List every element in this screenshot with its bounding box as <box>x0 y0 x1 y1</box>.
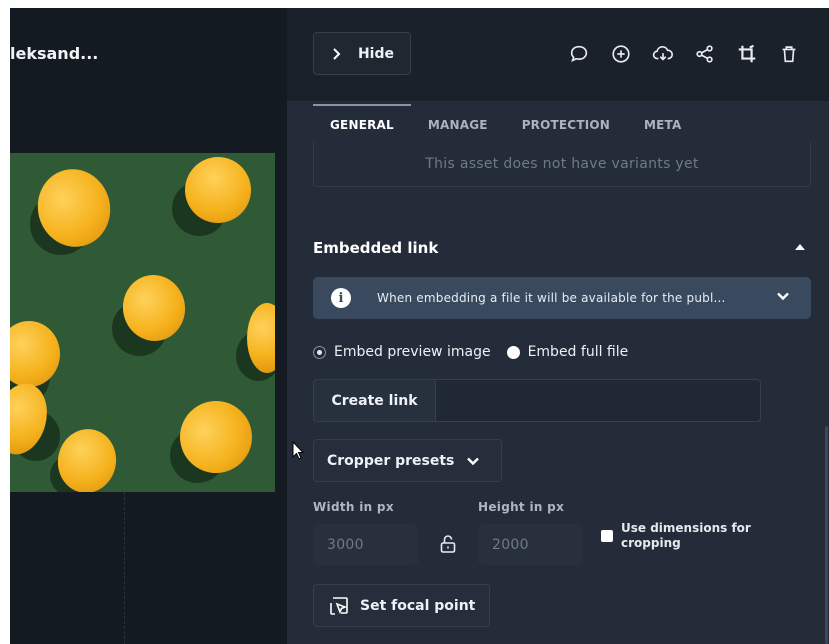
chevron-right-icon <box>333 47 341 60</box>
cropper-presets-label: Cropper presets <box>327 452 455 469</box>
tab-general[interactable]: GENERAL <box>313 104 411 142</box>
tab-manage[interactable]: MANAGE <box>411 104 505 142</box>
share-icon[interactable] <box>693 42 717 66</box>
variants-empty-state: This asset does not have variants yet <box>313 142 811 187</box>
embed-full-file-label[interactable]: Embed full file <box>528 344 629 360</box>
height-input[interactable]: 2000 <box>478 524 583 565</box>
embedded-link-heading: Embedded link <box>313 239 439 257</box>
tab-bar: GENERAL MANAGE PROTECTION META <box>313 104 699 142</box>
info-icon: i <box>331 288 351 308</box>
unlock-icon[interactable] <box>437 533 459 555</box>
app-window: leksand... Hide GENERAL MANAGE PROTECTIO… <box>10 8 829 644</box>
use-dimensions-label[interactable]: Use dimensions for cropping <box>621 521 771 551</box>
create-link-button[interactable]: Create link <box>314 380 436 421</box>
cropper-presets-dropdown[interactable]: Cropper presets <box>313 439 502 482</box>
comment-icon[interactable] <box>567 42 591 66</box>
embed-preview-label[interactable]: Embed preview image <box>334 344 491 360</box>
window-margin-left <box>0 0 10 644</box>
embed-info-banner[interactable]: i When embedding a file it will be avail… <box>313 277 811 319</box>
asset-title: leksand... <box>10 44 99 63</box>
tab-meta[interactable]: META <box>627 104 698 142</box>
focal-point-icon <box>330 596 348 615</box>
chevron-down-icon[interactable] <box>775 288 791 308</box>
variants-empty-text: This asset does not have variants yet <box>425 156 699 172</box>
use-dimensions-option[interactable]: Use dimensions for cropping <box>601 521 771 551</box>
panel-toolbar: Hide <box>287 8 829 101</box>
details-panel: Hide GENERAL MANAGE PROTECTION META This… <box>287 8 829 644</box>
preview-pane: leksand... <box>10 8 287 644</box>
hide-button-label: Hide <box>357 45 395 62</box>
hide-button[interactable]: Hide <box>313 32 411 75</box>
cloud-download-icon[interactable] <box>651 42 675 66</box>
trash-icon[interactable] <box>777 42 801 66</box>
asset-preview-image[interactable] <box>10 153 275 492</box>
caret-up-icon[interactable] <box>795 244 805 250</box>
embed-type-radio-group: Embed preview image Embed full file <box>313 344 628 360</box>
window-margin-top <box>0 0 829 8</box>
use-dimensions-checkbox[interactable] <box>601 530 613 542</box>
set-focal-point-button[interactable]: Set focal point <box>313 584 490 627</box>
mouse-cursor-icon <box>292 441 305 460</box>
panel-scrollbar[interactable] <box>825 426 828 644</box>
embed-preview-radio[interactable] <box>313 345 326 359</box>
width-label: Width in px <box>313 500 394 514</box>
width-input[interactable]: 3000 <box>313 524 418 565</box>
embed-full-file-radio[interactable] <box>506 345 520 359</box>
set-focal-point-label: Set focal point <box>360 597 476 614</box>
add-circle-icon[interactable] <box>609 42 633 66</box>
embed-info-text: When embedding a file it will be availab… <box>377 291 726 305</box>
height-label: Height in px <box>478 500 565 514</box>
tab-protection[interactable]: PROTECTION <box>505 104 627 142</box>
chevron-down-icon <box>467 457 480 465</box>
embed-link-field[interactable] <box>436 380 760 421</box>
divider <box>124 492 125 644</box>
crop-icon[interactable] <box>735 42 759 66</box>
create-link-group: Create link <box>313 379 761 422</box>
